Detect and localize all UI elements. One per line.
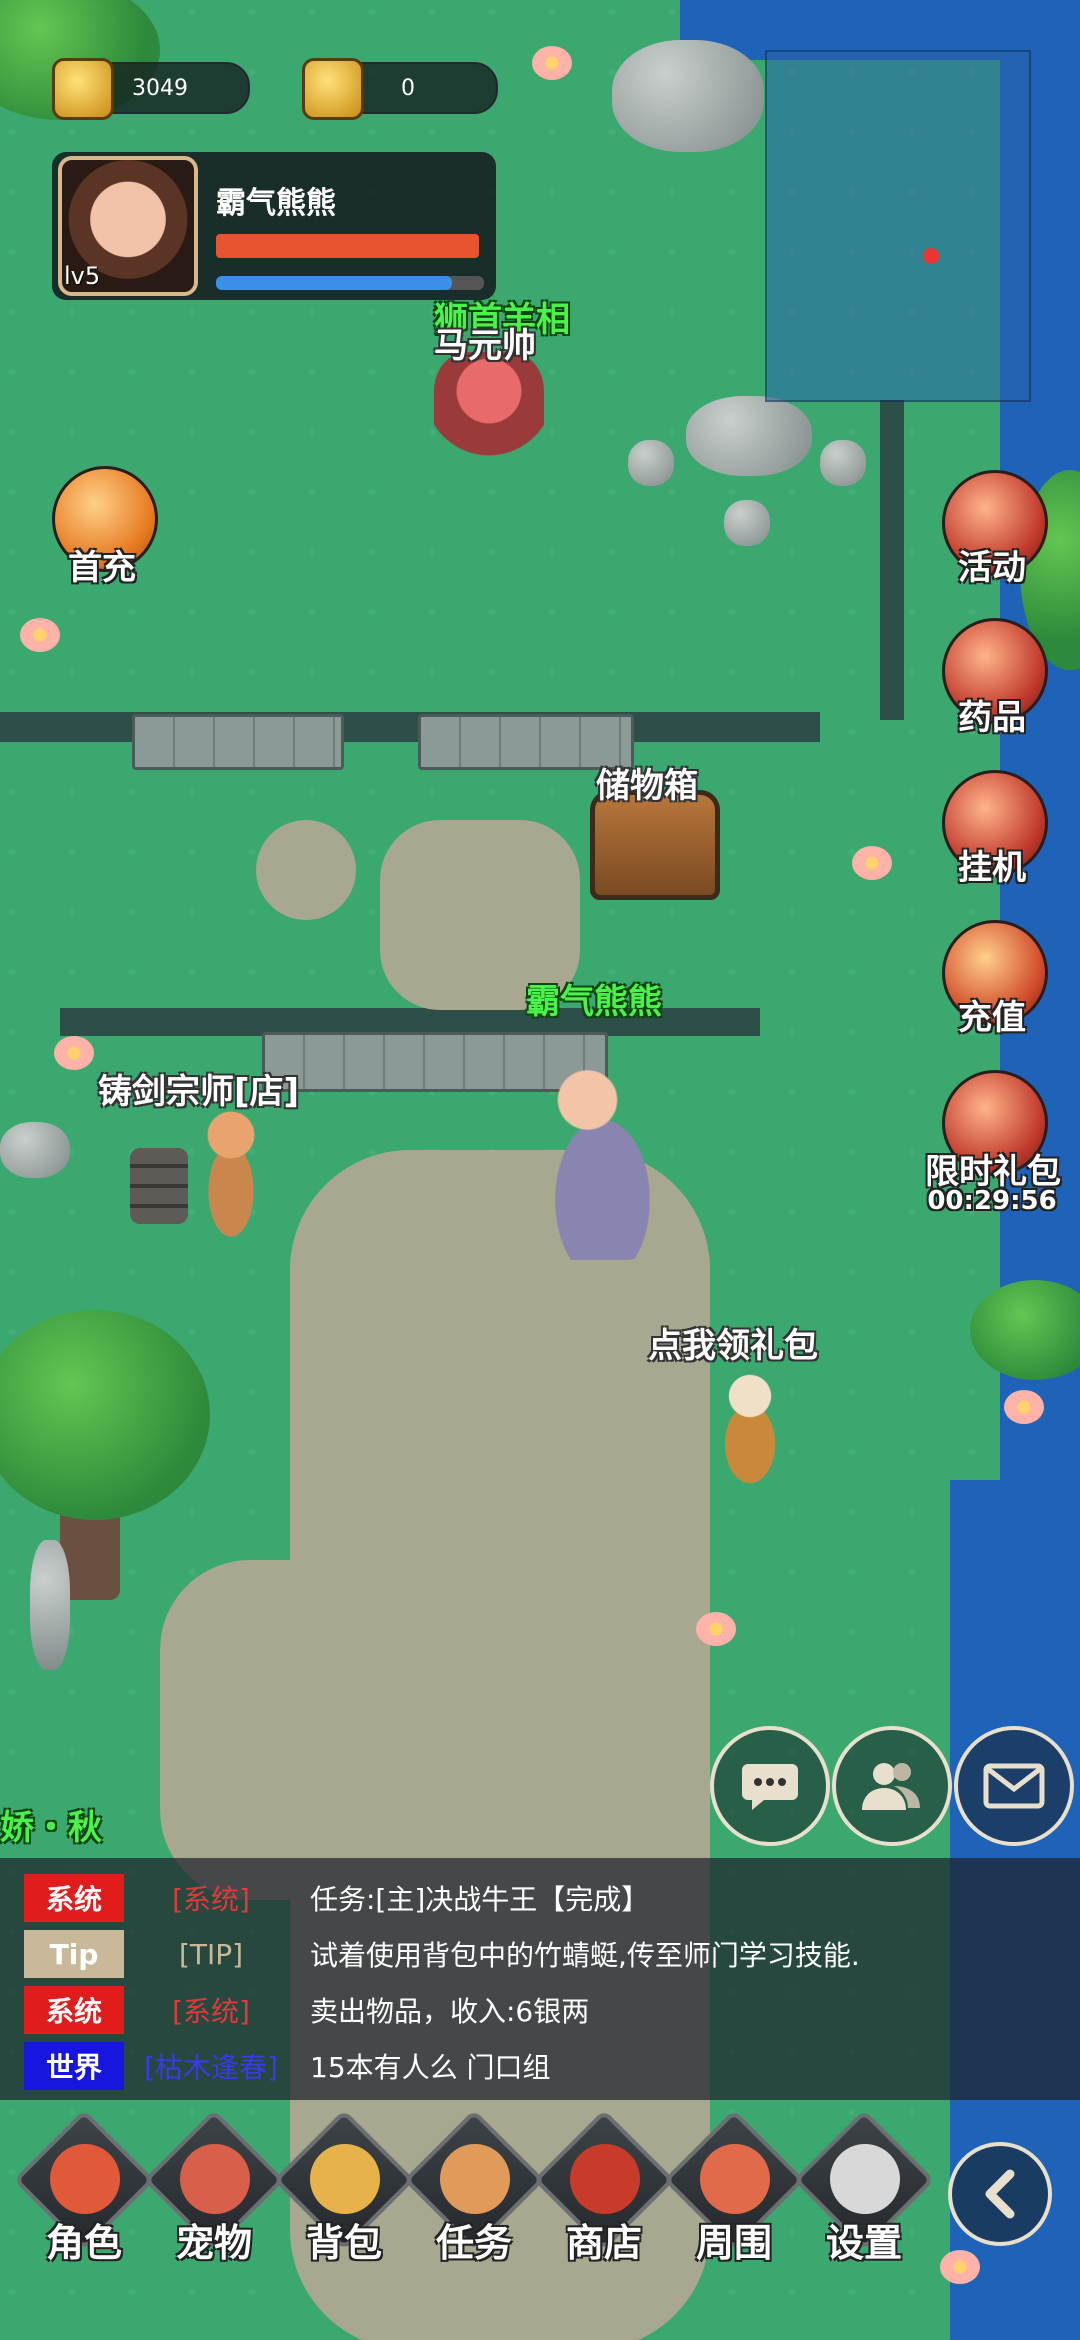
quest-scroll-icon <box>440 2144 510 2214</box>
flower <box>940 2250 980 2284</box>
nav-label: 背包 <box>305 2221 382 2265</box>
hp-bar <box>216 234 479 258</box>
chat-source[interactable]: [系统] <box>124 1878 298 1918</box>
chat-row: 世界 [枯木逢春] 15本有人么 门口组 <box>24 2040 551 2092</box>
barrel <box>130 1148 188 1224</box>
peach-tree <box>0 1310 210 1520</box>
player-status-card[interactable]: lv5 霸气熊熊 <box>52 152 496 300</box>
large-boulder <box>612 40 764 152</box>
player-character-on-mount[interactable] <box>520 1060 670 1260</box>
nav-label: 任务 <box>435 2221 512 2265</box>
chat-panel[interactable]: 系统 [系统] 任务:[主]决战牛王【完成】 Tip [TIP] 试着使用背包中… <box>0 1858 1080 2100</box>
other-player-label: 娇・秋 <box>0 1808 102 1848</box>
character-icon <box>50 2144 120 2214</box>
chat-channel-tag: Tip <box>24 1930 124 1978</box>
nav-label: 角色 <box>45 2221 122 2265</box>
dirt-path-small <box>256 820 356 920</box>
minimap[interactable] <box>765 50 1031 402</box>
gear-icon <box>830 2144 900 2214</box>
npc-name-sword-master: 铸剑宗师[店] <box>98 1072 300 1112</box>
nav-pet[interactable]: 宠物 <box>143 2109 285 2280</box>
mail-button[interactable] <box>954 1726 1074 1846</box>
nav-settings[interactable]: 设置 <box>793 2109 935 2280</box>
nav-quest[interactable]: 任务 <box>403 2109 545 2280</box>
flower <box>54 1036 94 1070</box>
rock-left <box>0 1122 70 1178</box>
player-name-label: 霸气熊熊 <box>526 982 662 1022</box>
tree-right <box>970 1280 1080 1380</box>
chat-message: 卖出物品，收入:6银两 <box>310 1995 590 2028</box>
mp-bar-track <box>216 276 484 290</box>
flower <box>1004 1390 1044 1424</box>
mail-icon <box>983 1763 1045 1809</box>
gold-amount: 0 <box>401 75 415 101</box>
auto-battle-label: 挂机 <box>958 848 1026 888</box>
chat-channel-tag: 系统 <box>24 1986 124 2034</box>
chat-source[interactable]: [系统] <box>124 1990 298 2030</box>
minimap-player-marker <box>923 248 939 264</box>
chat-row: 系统 [系统] 卖出物品，收入:6银两 <box>24 1984 589 2036</box>
tall-stone <box>30 1540 70 1670</box>
chat-message: 任务:[主]决战牛王【完成】 <box>310 1883 650 1916</box>
potion-label: 药品 <box>958 698 1026 738</box>
stone-stool-3 <box>724 500 770 546</box>
right-cliff <box>880 400 904 720</box>
flower <box>532 46 572 80</box>
chat-source[interactable]: [枯木逢春] <box>124 2046 298 2086</box>
pet-icon <box>180 2144 250 2214</box>
nav-label: 商店 <box>565 2221 642 2265</box>
shop-icon <box>570 2144 640 2214</box>
limited-gift-timer: 00:29:56 <box>927 1186 1057 1216</box>
gold-ingot-icon <box>302 58 364 120</box>
nav-nearby[interactable]: 周围 <box>663 2109 805 2280</box>
chat-bubble-icon <box>742 1764 798 1810</box>
npc-name-storage-box: 储物箱 <box>596 766 698 806</box>
mp-bar-fill <box>216 276 452 290</box>
chat-channel-tag: 系统 <box>24 1874 124 1922</box>
backpack-icon <box>310 2144 380 2214</box>
sword-master-npc[interactable] <box>186 1100 276 1240</box>
stone-stool-1 <box>628 440 674 486</box>
npc-name-gift: 点我领礼包 <box>648 1326 818 1366</box>
nav-label: 周围 <box>695 2221 772 2265</box>
upper-cliff <box>0 712 820 742</box>
chat-row: 系统 [系统] 任务:[主]决战牛王【完成】 <box>24 1872 649 1924</box>
chat-message: 15本有人么 门口组 <box>310 2051 551 2084</box>
first-recharge-label: 首充 <box>68 548 136 588</box>
chat-row: Tip [TIP] 试着使用背包中的竹蜻蜓,传至师门学习技能. <box>24 1928 860 1980</box>
nav-backpack[interactable]: 背包 <box>273 2109 415 2280</box>
nav-label: 宠物 <box>175 2221 252 2265</box>
gift-npc[interactable] <box>700 1366 800 1486</box>
player-name: 霸气熊熊 <box>216 186 336 221</box>
chat-button[interactable] <box>710 1726 830 1846</box>
event-label: 活动 <box>958 548 1026 588</box>
stone-table <box>686 396 812 476</box>
coin-amount: 3049 <box>132 75 188 101</box>
recharge-label: 充值 <box>958 998 1026 1038</box>
stone-stool-2 <box>820 440 866 486</box>
chevron-left-icon <box>985 2169 1015 2219</box>
compass-icon <box>700 2144 770 2214</box>
dirt-path-left <box>160 1560 460 1900</box>
nav-character[interactable]: 角色 <box>13 2109 155 2280</box>
chat-source[interactable]: [TIP] <box>124 1938 298 1971</box>
friends-icon <box>862 1763 920 1810</box>
player-level: lv5 <box>64 262 101 290</box>
chat-channel-tag: 世界 <box>24 2042 124 2090</box>
nav-shop[interactable]: 商店 <box>533 2109 675 2280</box>
flower <box>696 1612 736 1646</box>
npc-name-ma-yuan-shi: 马元帅 <box>434 326 536 366</box>
stone-wall-1 <box>132 714 344 770</box>
friends-button[interactable] <box>832 1726 952 1846</box>
nav-label: 设置 <box>825 2221 902 2265</box>
ma-yuan-shi-npc[interactable] <box>434 352 544 482</box>
chat-message: 试着使用背包中的竹蜻蜓,传至师门学习技能. <box>310 1939 860 1972</box>
collapse-menu-button[interactable] <box>948 2142 1052 2246</box>
flower <box>852 846 892 880</box>
flower <box>20 618 60 652</box>
coin-icon <box>52 58 114 120</box>
